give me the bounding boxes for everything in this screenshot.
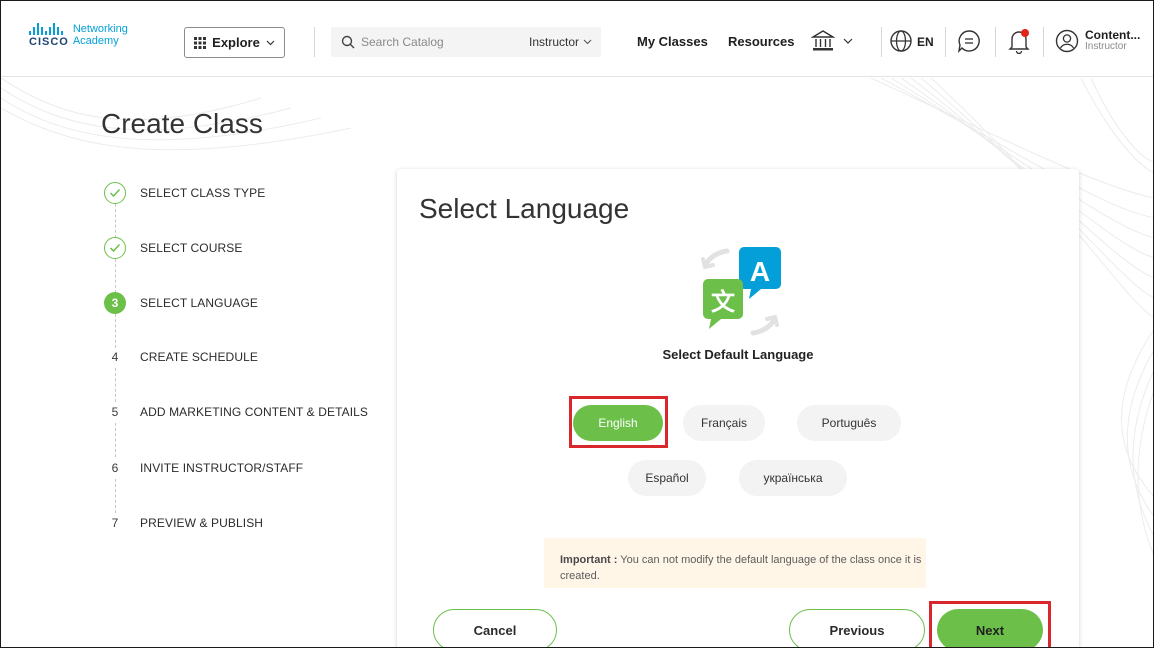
language-option-espanol[interactable]: Español bbox=[628, 460, 706, 496]
search-bar[interactable]: Instructor bbox=[331, 27, 601, 57]
bell-icon bbox=[1008, 29, 1030, 54]
chevron-down-icon bbox=[843, 38, 853, 44]
header-divider bbox=[314, 27, 315, 57]
step-connector bbox=[115, 423, 116, 457]
grid-icon bbox=[194, 36, 207, 49]
institution-icon bbox=[811, 30, 835, 51]
chat-icon bbox=[957, 30, 980, 53]
language-option-portugues[interactable]: Português bbox=[797, 405, 901, 441]
select-default-language-heading: Select Default Language bbox=[662, 347, 814, 362]
step-connector bbox=[115, 479, 116, 513]
step-select-course[interactable]: SELECT COURSE bbox=[104, 237, 242, 259]
english-highlight-box bbox=[569, 396, 668, 448]
card-title: Select Language bbox=[419, 193, 630, 224]
language-option-francais[interactable]: Français bbox=[683, 405, 765, 441]
checkmark-icon bbox=[104, 237, 126, 259]
chevron-down-icon bbox=[583, 39, 592, 45]
graphic-glyph-b: 文 bbox=[711, 288, 736, 316]
explore-button[interactable]: Explore bbox=[184, 27, 285, 58]
step-number: 4 bbox=[111, 350, 119, 364]
step-number: 6 bbox=[111, 461, 119, 475]
translate-language-icon: A 文 bbox=[701, 247, 781, 336]
step-preview-publish[interactable]: 7 PREVIEW & PUBLISH bbox=[104, 512, 263, 534]
user-name[interactable]: Content... bbox=[1085, 28, 1140, 42]
chevron-down-icon bbox=[266, 40, 275, 45]
step-connector bbox=[115, 204, 116, 238]
cisco-networking-academy-logo[interactable]: CISCO Networking Academy bbox=[29, 23, 128, 48]
step-select-class-type[interactable]: SELECT CLASS TYPE bbox=[104, 182, 265, 204]
step-label: PREVIEW & PUBLISH bbox=[140, 516, 264, 530]
step-connector bbox=[115, 259, 116, 293]
resources-link[interactable]: Resources bbox=[728, 34, 794, 49]
step-label: INVITE INSTRUCTOR/STAFF bbox=[140, 461, 304, 475]
search-input[interactable] bbox=[361, 35, 511, 49]
step-number-badge: 3 bbox=[104, 292, 126, 314]
my-classes-link[interactable]: My Classes bbox=[637, 34, 708, 49]
messages-button[interactable] bbox=[955, 27, 983, 55]
institution-menu[interactable] bbox=[811, 27, 859, 55]
step-number: 5 bbox=[111, 405, 119, 419]
logo-line-1: Networking bbox=[72, 23, 128, 35]
step-create-schedule[interactable]: 4 CREATE SCHEDULE bbox=[104, 346, 258, 368]
step-label: ADD MARKETING CONTENT & DETAILS bbox=[140, 405, 369, 419]
header-divider bbox=[945, 27, 946, 57]
notifications-button[interactable] bbox=[1005, 27, 1033, 55]
notice-label: Important : bbox=[560, 554, 618, 566]
language-code[interactable]: EN bbox=[917, 35, 934, 49]
step-connector bbox=[115, 314, 116, 348]
language-option-ukrainian[interactable]: українська bbox=[739, 460, 847, 496]
top-navigation-bar: CISCO Networking Academy Explore Search … bbox=[1, 1, 1153, 77]
search-icon bbox=[341, 35, 355, 49]
next-highlight-box bbox=[929, 601, 1051, 647]
cisco-logo-mark: CISCO bbox=[29, 23, 69, 48]
role-select-dropdown[interactable]: Instructor bbox=[529, 35, 592, 49]
previous-button[interactable]: Previous bbox=[789, 609, 925, 647]
step-add-marketing-content[interactable]: 5 ADD MARKETING CONTENT & DETAILS bbox=[104, 401, 368, 423]
header-divider bbox=[881, 27, 882, 57]
step-invite-instructor[interactable]: 6 INVITE INSTRUCTOR/STAFF bbox=[104, 457, 303, 479]
header-divider bbox=[1043, 27, 1044, 57]
step-label: CREATE SCHEDULE bbox=[140, 350, 258, 364]
step-label: SELECT COURSE bbox=[140, 241, 243, 255]
cancel-button[interactable]: Cancel bbox=[433, 609, 557, 647]
explore-label: Explore bbox=[212, 35, 260, 50]
cisco-wordmark: CISCO bbox=[29, 36, 69, 48]
step-connector bbox=[115, 368, 116, 402]
user-menu[interactable] bbox=[1053, 27, 1081, 55]
app-frame: CISCO Networking Academy Explore Search … bbox=[0, 0, 1154, 648]
graphic-glyph-a: A bbox=[750, 256, 770, 287]
step-label: SELECT CLASS TYPE bbox=[140, 186, 266, 200]
globe-icon bbox=[890, 30, 912, 52]
user-avatar-icon bbox=[1055, 29, 1079, 53]
logo-line-2: Academy bbox=[72, 35, 119, 47]
checkmark-icon bbox=[104, 182, 126, 204]
language-switcher[interactable] bbox=[887, 27, 915, 55]
step-number: 7 bbox=[111, 516, 119, 530]
important-notice: Important : You can not modify the defau… bbox=[544, 538, 926, 588]
step-label: SELECT LANGUAGE bbox=[140, 296, 258, 310]
role-select-value: Instructor bbox=[529, 35, 580, 49]
select-language-card: Select Language A 文 Select Default Langu… bbox=[397, 169, 1079, 647]
page-title: Create Class bbox=[101, 108, 263, 139]
user-role: Instructor bbox=[1085, 41, 1127, 52]
header-divider bbox=[995, 27, 996, 57]
step-select-language[interactable]: 3 SELECT LANGUAGE bbox=[104, 292, 258, 314]
